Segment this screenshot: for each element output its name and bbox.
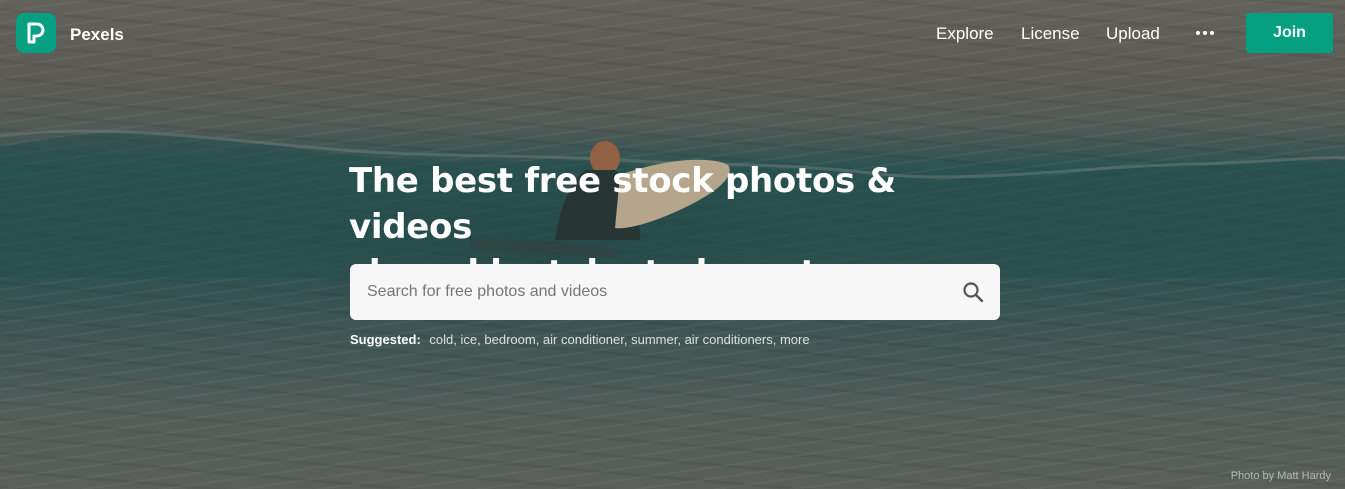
suggested-more-link[interactable]: more — [780, 332, 810, 347]
suggested-tag[interactable]: cold — [429, 332, 453, 347]
suggested-tag[interactable]: air conditioner — [543, 332, 624, 347]
nav-explore[interactable]: Explore — [936, 24, 994, 44]
suggested-tag[interactable]: bedroom — [484, 332, 535, 347]
logo-glyph-icon — [27, 22, 45, 44]
headline-line-1: The best free stock photos & videos — [349, 161, 896, 247]
hero-section: Pexels Explore License Upload Join The b… — [0, 0, 1345, 489]
photo-credit[interactable]: Photo by Matt Hardy — [1231, 470, 1331, 482]
nav-license[interactable]: License — [1021, 24, 1080, 44]
search-bar — [350, 264, 1000, 320]
ellipsis-icon[interactable] — [1195, 28, 1215, 38]
pexels-logo-icon[interactable] — [16, 13, 56, 53]
nav-upload[interactable]: Upload — [1106, 24, 1160, 44]
tag-separator: , — [535, 332, 543, 347]
search-input[interactable] — [350, 264, 940, 320]
search-icon[interactable] — [962, 281, 984, 303]
suggested-tag[interactable]: ice — [461, 332, 478, 347]
navbar: Pexels Explore License Upload Join — [0, 0, 1345, 68]
join-button[interactable]: Join — [1246, 13, 1333, 53]
suggested-searches: Suggested: cold, ice, bedroom, air condi… — [350, 332, 810, 347]
suggested-label: Suggested: — [350, 332, 421, 347]
brand-name[interactable]: Pexels — [70, 25, 124, 45]
tag-separator: , — [453, 332, 461, 347]
tag-separator: , — [677, 332, 685, 347]
suggested-tag[interactable]: air conditioners — [685, 332, 773, 347]
tag-separator: , — [772, 332, 780, 347]
suggested-tag[interactable]: summer — [631, 332, 677, 347]
